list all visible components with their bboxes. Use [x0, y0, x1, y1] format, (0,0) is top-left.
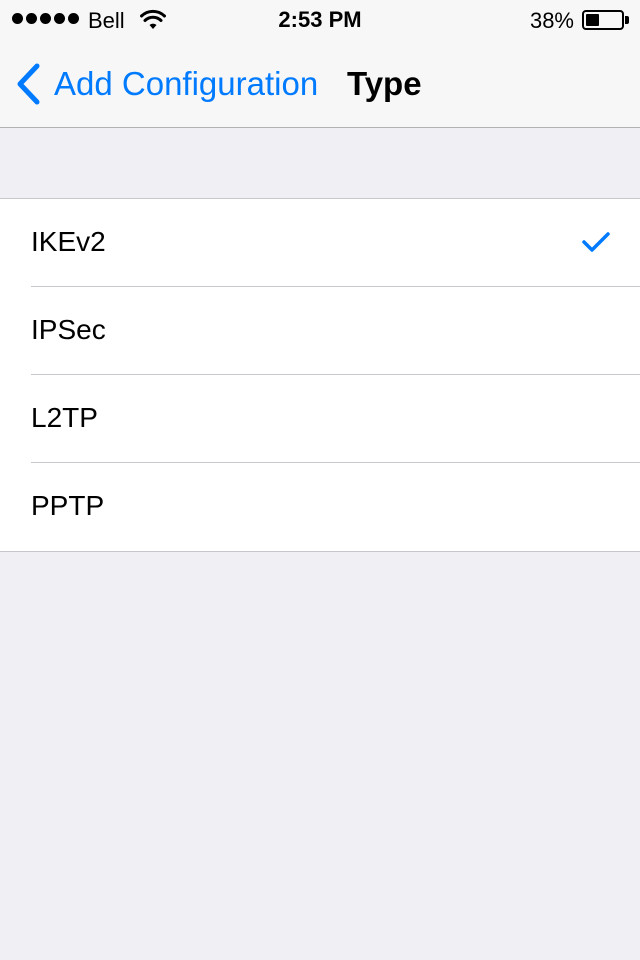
chevron-left-icon — [17, 63, 40, 105]
list-item-label: L2TP — [31, 402, 98, 433]
back-button-label: Add Configuration — [54, 65, 319, 102]
navigation-bar: Add Configuration Type — [0, 40, 640, 128]
checkmark-icon — [582, 232, 610, 252]
list-item-pptp[interactable]: PPTP — [0, 463, 640, 551]
screen: Bell 2:53 PM 38% Add Configuration Type — [0, 0, 640, 960]
battery-cap — [625, 16, 629, 24]
list-item-label: PPTP — [31, 490, 105, 521]
list-item-label: IKEv2 — [31, 226, 106, 257]
list-item-ipsec[interactable]: IPSec — [0, 287, 640, 375]
list-item-label: IPSec — [31, 314, 106, 345]
battery-icon — [582, 10, 624, 30]
list-item-l2tp[interactable]: L2TP — [0, 375, 640, 463]
back-button[interactable]: Add Configuration — [14, 60, 318, 108]
top-bar: Bell 2:53 PM 38% Add Configuration Type — [0, 0, 640, 128]
vpn-type-list: IKEv2 IPSec L2TP PPTP — [0, 198, 640, 552]
status-bar: Bell 2:53 PM 38% — [0, 0, 640, 40]
battery-fill — [586, 14, 599, 26]
battery-percent: 38% — [529, 8, 574, 33]
list-item-ikev2[interactable]: IKEv2 — [0, 199, 640, 287]
page-title: Type — [347, 65, 422, 102]
